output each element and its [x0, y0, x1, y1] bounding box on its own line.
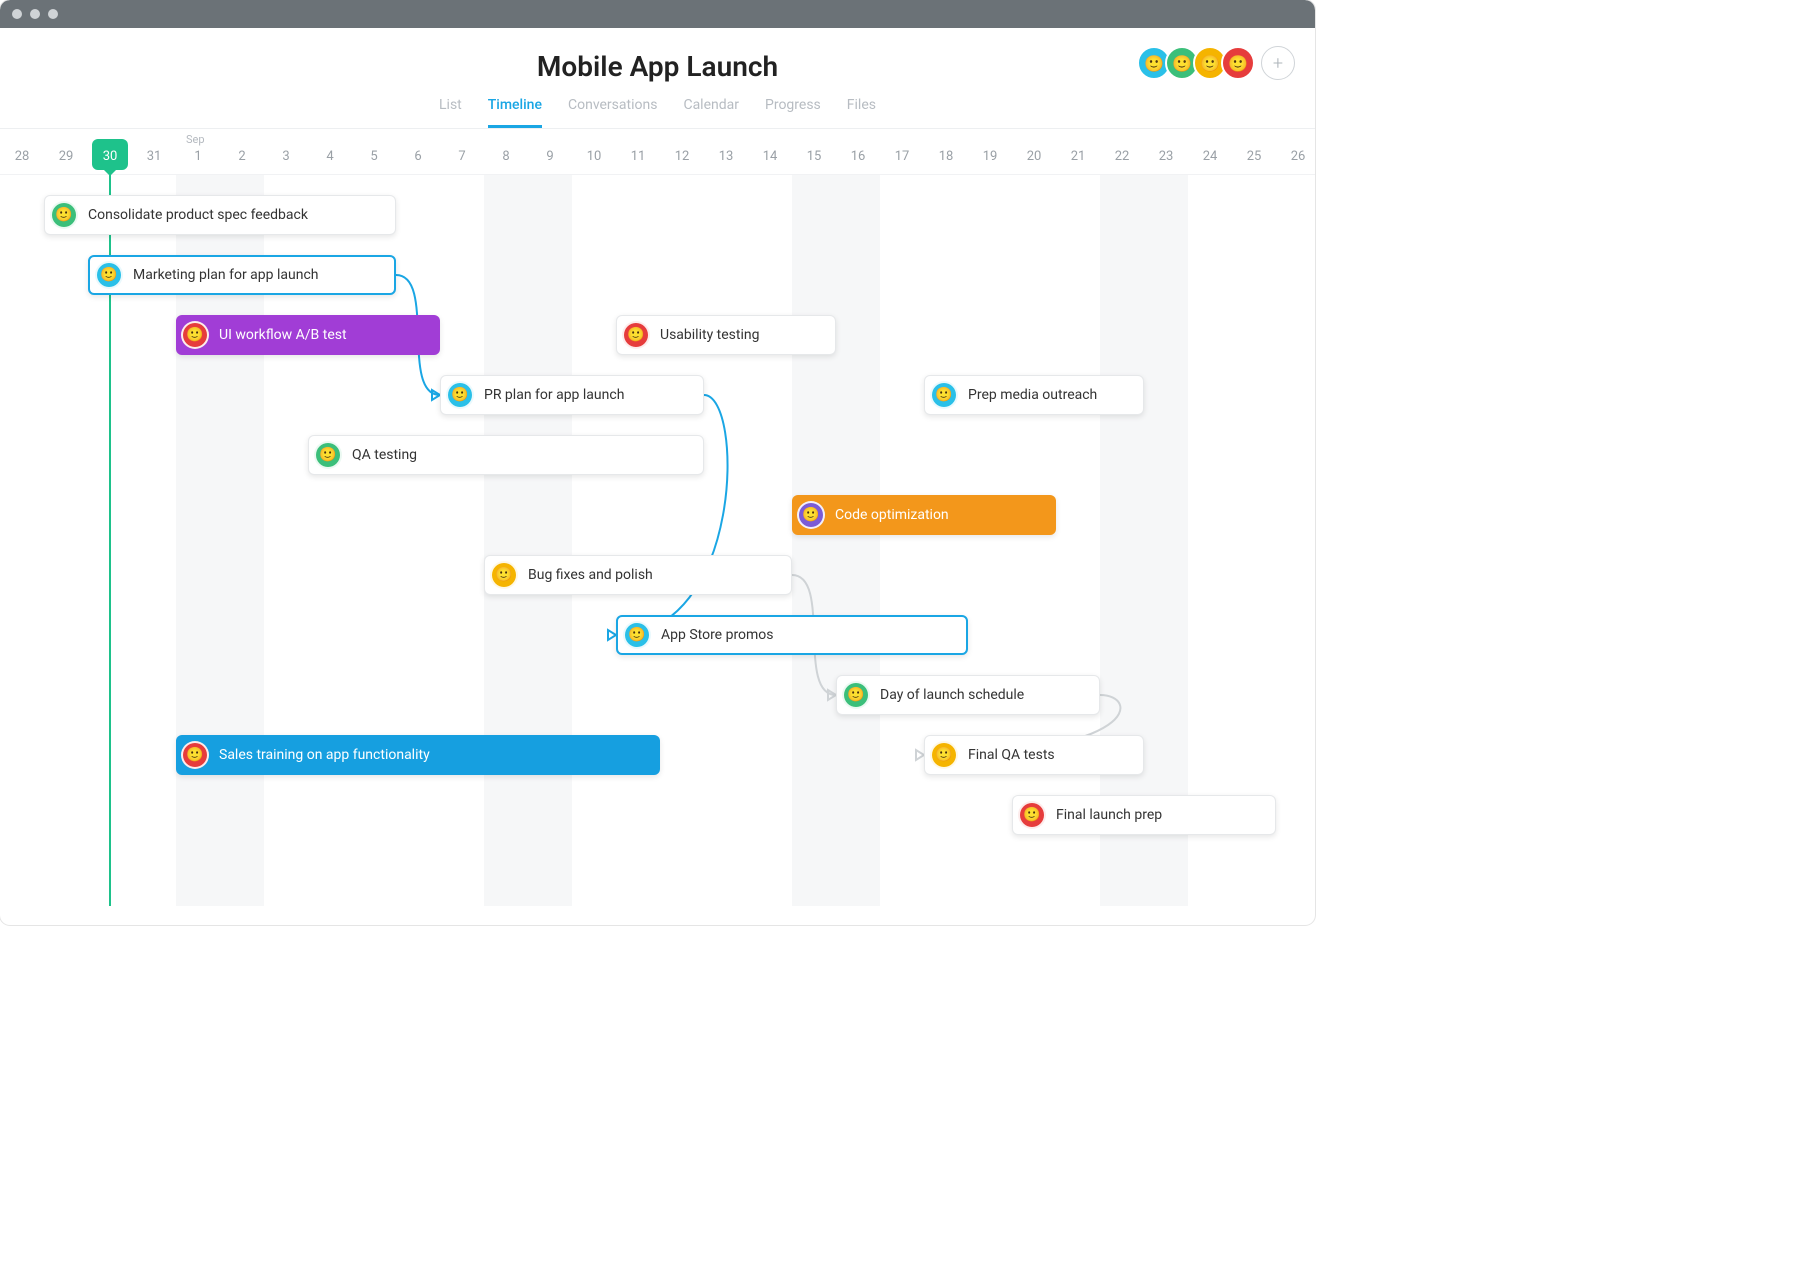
tab-list[interactable]: List: [439, 97, 462, 128]
task-assignee-avatar: 🙂: [181, 321, 209, 349]
task-assignee-avatar: 🙂: [314, 441, 342, 469]
date-cell[interactable]: 3: [264, 129, 308, 174]
task-label: UI workflow A/B test: [219, 327, 347, 343]
add-member-button[interactable]: +: [1261, 46, 1295, 80]
tab-progress[interactable]: Progress: [765, 97, 821, 128]
window-minimize-icon[interactable]: [30, 9, 40, 19]
task-assignee-avatar: 🙂: [490, 561, 518, 589]
task-bar[interactable]: 🙂 Consolidate product spec feedback: [44, 195, 396, 235]
date-cell[interactable]: 17: [880, 129, 924, 174]
task-bar[interactable]: 🙂 QA testing: [308, 435, 704, 475]
task-bar[interactable]: 🙂 Usability testing: [616, 315, 836, 355]
task-assignee-avatar: 🙂: [95, 261, 123, 289]
tab-conversations[interactable]: Conversations: [568, 97, 657, 128]
task-bar[interactable]: 🙂 Final launch prep: [1012, 795, 1276, 835]
date-cell[interactable]: 29: [44, 129, 88, 174]
project-header: Mobile App Launch 🙂🙂🙂🙂+ List Timeline Conv…: [0, 28, 1315, 129]
task-bar[interactable]: 🙂 UI workflow A/B test: [176, 315, 440, 355]
date-cell[interactable]: 10: [572, 129, 616, 174]
app-window: Mobile App Launch 🙂🙂🙂🙂+ ListTimelineConv…: [0, 0, 1315, 925]
task-label: Final launch prep: [1056, 807, 1162, 823]
member-avatar[interactable]: 🙂: [1221, 46, 1255, 80]
date-cell[interactable]: 16: [836, 129, 880, 174]
date-cell[interactable]: 25: [1232, 129, 1276, 174]
date-header: 28293031Sep12345678910111213141516171819…: [0, 129, 1315, 175]
task-label: Usability testing: [660, 327, 759, 343]
date-cell[interactable]: 13: [704, 129, 748, 174]
task-assignee-avatar: 🙂: [50, 201, 78, 229]
task-label: Prep media outreach: [968, 387, 1097, 403]
task-assignee-avatar: 🙂: [930, 741, 958, 769]
project-members: 🙂🙂🙂🙂+: [1137, 46, 1295, 80]
date-cell[interactable]: 31: [132, 129, 176, 174]
task-label: Final QA tests: [968, 747, 1055, 763]
task-bar[interactable]: 🙂 Code optimization: [792, 495, 1056, 535]
window-titlebar: [0, 0, 1315, 28]
date-cell[interactable]: 4: [308, 129, 352, 174]
task-assignee-avatar: 🙂: [446, 381, 474, 409]
task-assignee-avatar: 🙂: [622, 321, 650, 349]
task-bar[interactable]: 🙂 Prep media outreach: [924, 375, 1144, 415]
timeline-view: 28293031Sep12345678910111213141516171819…: [0, 129, 1315, 906]
project-title: Mobile App Launch: [20, 50, 1295, 83]
date-cell[interactable]: 23: [1144, 129, 1188, 174]
date-cell[interactable]: 7: [440, 129, 484, 174]
date-cell[interactable]: 21: [1056, 129, 1100, 174]
view-tabs: List Timeline Conversations Calendar Progres…: [20, 97, 1295, 128]
task-label: Marketing plan for app launch: [133, 267, 319, 283]
date-cell[interactable]: 28: [0, 129, 44, 174]
task-label: Bug fixes and polish: [528, 567, 653, 583]
task-label: Day of launch schedule: [880, 687, 1024, 703]
tab-files[interactable]: Files: [847, 97, 876, 128]
date-cell[interactable]: 22: [1100, 129, 1144, 174]
window-close-icon[interactable]: [12, 9, 22, 19]
task-bar[interactable]: 🙂 Bug fixes and polish: [484, 555, 792, 595]
tab-timeline[interactable]: Timeline: [488, 97, 542, 128]
task-assignee-avatar: 🙂: [1018, 801, 1046, 829]
date-cell[interactable]: 14: [748, 129, 792, 174]
date-cell[interactable]: 15: [792, 129, 836, 174]
date-cell[interactable]: 18: [924, 129, 968, 174]
tab-calendar[interactable]: Calendar: [683, 97, 739, 128]
task-assignee-avatar: 🙂: [842, 681, 870, 709]
task-label: PR plan for app launch: [484, 387, 624, 403]
task-assignee-avatar: 🙂: [797, 501, 825, 529]
task-assignee-avatar: 🙂: [930, 381, 958, 409]
date-cell[interactable]: 6: [396, 129, 440, 174]
task-label: Code optimization: [835, 507, 949, 523]
task-bar[interactable]: 🙂 Marketing plan for app launch: [88, 255, 396, 295]
date-cell[interactable]: 20: [1012, 129, 1056, 174]
task-label: Sales training on app functionality: [219, 747, 430, 763]
date-cell[interactable]: 26: [1276, 129, 1315, 174]
task-bar[interactable]: 🙂 Sales training on app functionality: [176, 735, 660, 775]
date-cell[interactable]: 24: [1188, 129, 1232, 174]
date-cell[interactable]: 8: [484, 129, 528, 174]
date-cell[interactable]: 19: [968, 129, 1012, 174]
task-bar[interactable]: 🙂 PR plan for app launch: [440, 375, 704, 415]
task-bar[interactable]: 🙂 Final QA tests: [924, 735, 1144, 775]
task-assignee-avatar: 🙂: [181, 741, 209, 769]
date-cell[interactable]: 30: [88, 129, 132, 174]
tasks-layer: 🙂 Consolidate product spec feedback 🙂 Marke…: [0, 175, 1315, 906]
date-cell[interactable]: 1: [176, 129, 220, 174]
task-bar[interactable]: 🙂 Day of launch schedule: [836, 675, 1100, 715]
task-bar[interactable]: 🙂 App Store promos: [616, 615, 968, 655]
date-cell[interactable]: 9: [528, 129, 572, 174]
task-assignee-avatar: 🙂: [623, 621, 651, 649]
date-cell[interactable]: 2: [220, 129, 264, 174]
date-cell[interactable]: 5: [352, 129, 396, 174]
date-cell[interactable]: 11: [616, 129, 660, 174]
date-cell[interactable]: 12: [660, 129, 704, 174]
window-zoom-icon[interactable]: [48, 9, 58, 19]
task-label: Consolidate product spec feedback: [88, 207, 308, 223]
task-label: QA testing: [352, 447, 417, 463]
task-label: App Store promos: [661, 627, 774, 643]
